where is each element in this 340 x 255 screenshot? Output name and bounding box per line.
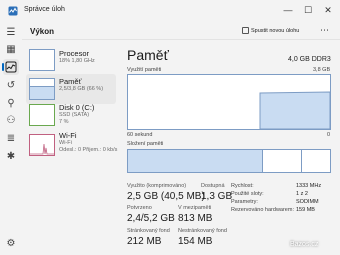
- header-divider: [22, 39, 340, 40]
- startup-apps-icon[interactable]: ⚲: [5, 98, 17, 110]
- hamburger-menu-icon[interactable]: ☰: [5, 27, 17, 39]
- available-value: 1,3 GB: [201, 191, 233, 202]
- memory-composition-bar: [127, 149, 331, 173]
- hw-reserved-value: 159 MB: [296, 207, 315, 213]
- composition-standby: [263, 150, 302, 172]
- paged-pool-label: Stránkovaný fond: [127, 228, 170, 234]
- cached-label: V mezipaměti: [178, 205, 212, 211]
- close-icon[interactable]: ✕: [320, 3, 336, 17]
- sidebar-item-detail: Wi-Fi: [59, 140, 72, 146]
- memory-usage-area: [259, 91, 330, 129]
- users-icon[interactable]: ⚇: [5, 115, 17, 127]
- services-icon[interactable]: ✱: [5, 151, 17, 163]
- sidebar-item-detail: SSD (SATA): [59, 112, 90, 118]
- speed-value: 1333 MHz: [296, 183, 322, 189]
- processes-icon[interactable]: ▦: [5, 44, 17, 56]
- sidebar-item-label: Procesor: [59, 49, 90, 58]
- minimize-icon[interactable]: —: [280, 3, 296, 17]
- in-use-value: 2,5 GB (40,5 MB): [127, 191, 205, 202]
- form-factor-label: Parametry:: [231, 199, 258, 205]
- page-title: Paměť: [127, 47, 169, 63]
- nonpaged-pool-value: 154 MB: [178, 236, 213, 247]
- memory-usage-plot: [259, 91, 330, 129]
- slots-label: Použité sloty:: [231, 191, 264, 197]
- form-factor-value: SODIMM: [296, 199, 319, 205]
- run-new-task-button[interactable]: Spustit novou úlohu: [251, 28, 299, 34]
- sidebar-item-detail: 2,5/3,8 GB (66 %): [59, 86, 104, 92]
- committed-label: Potvrzeno: [127, 205, 152, 211]
- composition-in-use: [128, 150, 263, 172]
- performance-icon[interactable]: [5, 61, 17, 73]
- memory-composition-caption: Složení paměti: [127, 141, 164, 147]
- wifi-thumbnail-graph: [29, 134, 55, 156]
- sidebar-item-detail-2: Odesl.: 0 Přijem.: 0 kb/s: [59, 147, 118, 153]
- memory-usage-max: 3,8 GB: [313, 67, 331, 73]
- sidebar-title: Výkon: [30, 27, 55, 36]
- app-history-icon[interactable]: ↺: [5, 80, 17, 92]
- processor-thumbnail-graph: [29, 49, 55, 71]
- hw-reserved-label: Rezervováno hardwarem:: [231, 207, 294, 213]
- speed-label: Rychlost:: [231, 183, 254, 189]
- memory-usage-graph: [127, 74, 331, 130]
- maximize-icon[interactable]: ☐: [300, 3, 316, 17]
- time-axis-left: 60 sekund: [127, 132, 153, 138]
- run-task-icon[interactable]: [242, 27, 249, 34]
- sidebar-item-label: Disk 0 (C:): [59, 103, 95, 112]
- more-options-button[interactable]: ⋯: [320, 25, 329, 36]
- settings-gear-icon[interactable]: ⚙: [5, 238, 17, 250]
- sidebar-item-detail-2: 7 %: [59, 119, 69, 125]
- in-use-label: Využito (komprimováno): [127, 183, 187, 189]
- sidebar-item-detail: 18% 1,80 GHz: [59, 58, 95, 64]
- nonpaged-pool-label: Nestránkovaný fond: [178, 228, 227, 234]
- window-title: Správce úloh: [24, 6, 65, 13]
- nav-selection-indicator: [2, 63, 4, 71]
- memory-capacity: 4,0 GB DDR3: [288, 56, 331, 63]
- cached-value: 813 MB: [178, 213, 213, 224]
- disk-thumbnail-graph: [29, 104, 55, 126]
- sidebar-item-label: Paměť: [59, 77, 82, 86]
- memory-thumbnail-graph: [29, 78, 55, 100]
- time-axis-right: 0: [327, 132, 331, 138]
- sidebar-item-label: Wi-Fi: [59, 131, 77, 140]
- watermark-logo: Bazos.cz: [290, 241, 319, 248]
- slots-value: 1 z 2: [296, 191, 308, 197]
- committed-value: 2,4/5,2 GB: [127, 213, 175, 224]
- details-icon[interactable]: ≣: [5, 133, 17, 145]
- task-manager-app-icon: [8, 6, 18, 16]
- paged-pool-value: 212 MB: [127, 236, 162, 247]
- memory-usage-caption: Využití paměti: [127, 67, 162, 73]
- available-label: Dostupná: [201, 183, 225, 189]
